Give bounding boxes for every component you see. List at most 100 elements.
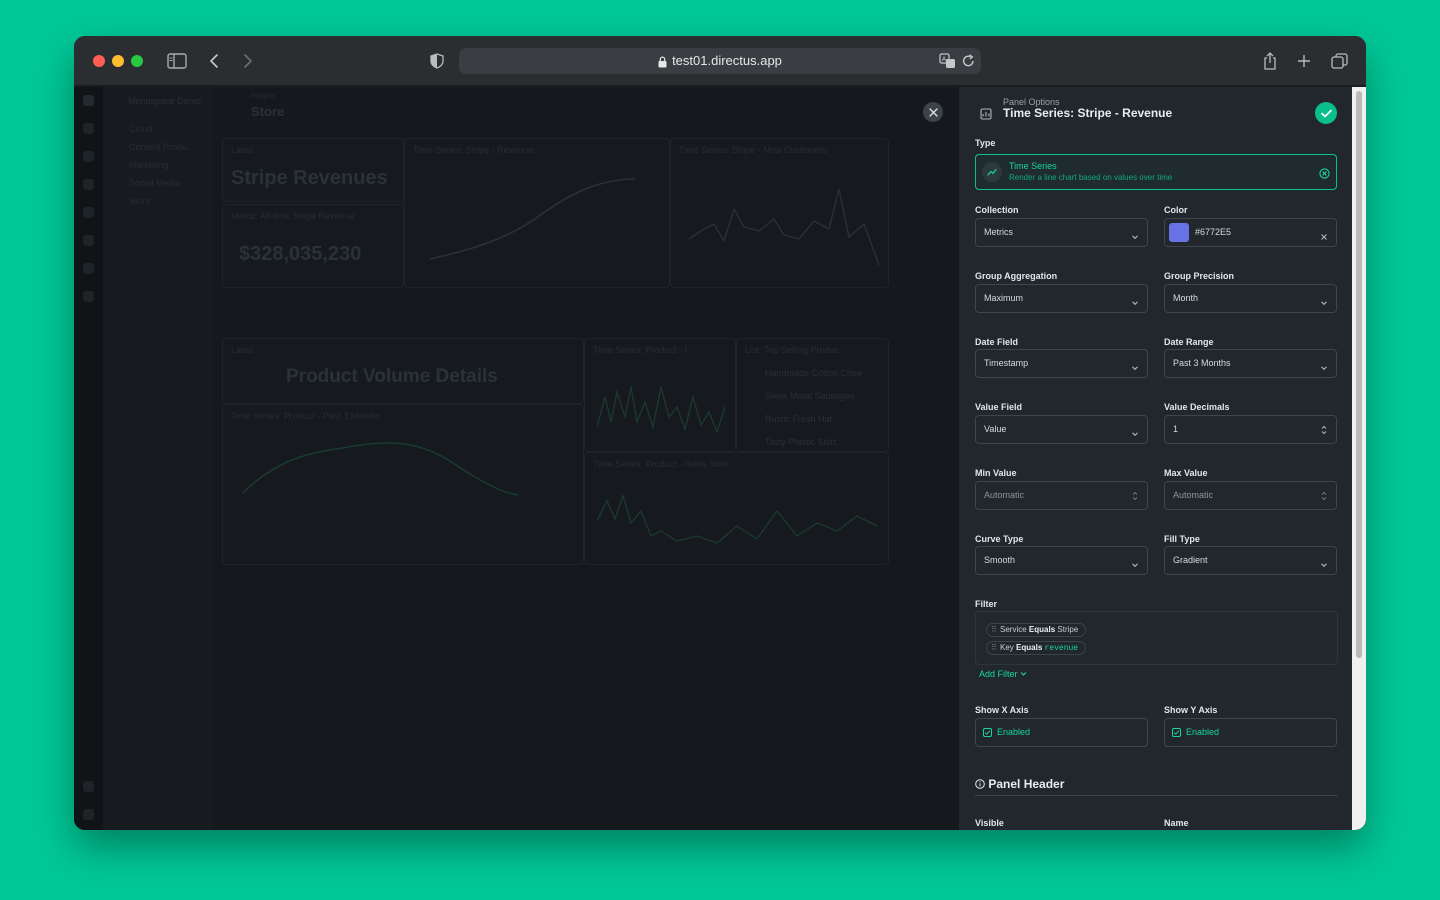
- date-field-select[interactable]: Timestamp: [975, 349, 1148, 378]
- stepper-icon[interactable]: [1131, 489, 1139, 507]
- value-decimals-input[interactable]: 1: [1164, 415, 1337, 444]
- save-button[interactable]: [1315, 102, 1337, 124]
- panel-label: Time Series: Stripe - Revenue: [413, 145, 534, 155]
- close-window-button[interactable]: [93, 55, 105, 67]
- group-aggregation-label: Group Aggregation: [975, 271, 1058, 281]
- label-text: Product Volume Details: [286, 366, 498, 387]
- panel-options-drawer: Panel Options Time Series: Stripe - Reve…: [959, 87, 1366, 830]
- back-icon[interactable]: [205, 49, 223, 73]
- drag-handle-icon[interactable]: ⠿: [991, 624, 997, 636]
- color-label: Color: [1164, 205, 1188, 215]
- chevron-down-icon: [1131, 294, 1139, 312]
- chevron-down-icon: [1020, 672, 1027, 676]
- translate-icon[interactable]: A: [939, 53, 957, 74]
- fill-type-label: Fill Type: [1164, 534, 1200, 544]
- panel-label: Time Series: Product - I: [593, 345, 688, 355]
- nav-item-store: Store: [129, 196, 151, 206]
- fill-type-select[interactable]: Gradient: [1164, 546, 1337, 575]
- curve-type-select[interactable]: Smooth: [975, 546, 1148, 575]
- value-decimals-label: Value Decimals: [1164, 402, 1230, 412]
- forward-icon[interactable]: [239, 49, 257, 73]
- filter-field[interactable]: Service: [1000, 625, 1027, 634]
- color-swatch[interactable]: [1169, 223, 1189, 242]
- show-x-axis-toggle[interactable]: Enabled: [975, 718, 1148, 747]
- chevron-down-icon: [1131, 228, 1139, 246]
- group-precision-select[interactable]: Month: [1164, 284, 1337, 313]
- max-value-label: Max Value: [1164, 468, 1208, 478]
- type-selector[interactable]: Time Series Render a line chart based on…: [975, 154, 1337, 190]
- product-3m-chart-panel: Time Series: Product - Past 3 Months: [222, 404, 584, 565]
- line-chart-icon: [982, 162, 1002, 182]
- date-range-select[interactable]: Past 3 Months: [1164, 349, 1337, 378]
- product-chart-panel: Time Series: Product - I: [584, 338, 736, 452]
- address-bar[interactable]: test01.directus.app A: [459, 48, 981, 74]
- filter-rule[interactable]: ⠿ Key Equals revenue: [986, 641, 1087, 655]
- nav-item-social-media: Social Media: [129, 178, 181, 188]
- filter-operator[interactable]: Equals: [1029, 625, 1055, 634]
- clear-color-icon[interactable]: [1320, 228, 1328, 246]
- color-value: #6772E5: [1195, 227, 1232, 237]
- value-field-select[interactable]: Value: [975, 415, 1148, 444]
- panel-label: Time Series: Stripe - New Customers: [679, 145, 828, 155]
- sidebar-toggle-icon[interactable]: [166, 49, 188, 73]
- group-precision-value: Month: [1173, 293, 1199, 303]
- label-text: Stripe Revenues: [231, 167, 388, 189]
- metric-panel: Metric: All-time Stripe Revenue $328,035…: [222, 204, 404, 288]
- fill-type-value: Gradient: [1173, 555, 1208, 565]
- filter-rule[interactable]: ⠿ Service Equals Stripe: [986, 623, 1087, 637]
- customers-chart-panel: Time Series: Stripe - New Customers: [670, 138, 889, 288]
- new-tab-icon[interactable]: [1294, 49, 1314, 73]
- date-range-value: Past 3 Months: [1173, 358, 1231, 368]
- curve-type-label: Curve Type: [975, 534, 1024, 544]
- name-label: Name: [1164, 818, 1189, 828]
- top-selling-list-panel: List: Top Selling Produc Handmade Cotton…: [736, 338, 889, 452]
- panel-label: Label: [231, 345, 254, 355]
- breadcrumb: Insights: [251, 93, 276, 100]
- scrollbar-thumb[interactable]: [1356, 91, 1362, 658]
- panel-label: Metric: All-time Stripe Revenue: [231, 211, 355, 221]
- nav-item-cloud: Cloud: [129, 124, 153, 134]
- group-aggregation-select[interactable]: Maximum: [975, 284, 1148, 313]
- filter-value[interactable]: revenue: [1045, 644, 1079, 653]
- chevron-down-icon: [1320, 556, 1328, 574]
- checkbox-icon[interactable]: [1172, 728, 1181, 737]
- show-y-axis-toggle[interactable]: Enabled: [1164, 718, 1337, 747]
- zoom-window-button[interactable]: [131, 55, 143, 67]
- stepper-icon[interactable]: [1320, 489, 1328, 507]
- checkbox-icon[interactable]: [983, 728, 992, 737]
- clear-type-icon[interactable]: [1319, 166, 1330, 184]
- show-y-axis-label: Show Y Axis: [1164, 705, 1218, 715]
- type-name: Time Series: [1009, 161, 1057, 171]
- filter-operator[interactable]: Equals: [1016, 643, 1042, 652]
- group-aggregation-value: Maximum: [984, 293, 1024, 303]
- show-y-axis-value: Enabled: [1186, 727, 1220, 737]
- type-description: Render a line chart based on values over…: [1009, 173, 1173, 182]
- privacy-shield-icon[interactable]: [428, 49, 446, 73]
- tab-overview-icon[interactable]: [1329, 49, 1349, 73]
- max-value-placeholder: Automatic: [1173, 490, 1214, 500]
- reload-icon[interactable]: [962, 54, 975, 73]
- nav-item-marketing: Marketing: [129, 160, 169, 170]
- share-icon[interactable]: [1260, 49, 1280, 73]
- min-value-input[interactable]: Automatic: [975, 481, 1148, 510]
- chevron-down-icon: [1131, 556, 1139, 574]
- drag-handle-icon[interactable]: ⠿: [991, 642, 997, 654]
- color-input[interactable]: #6772E5: [1164, 218, 1337, 247]
- drawer-scrollbar[interactable]: [1352, 87, 1366, 830]
- minimize-window-button[interactable]: [112, 55, 124, 67]
- check-icon: [1320, 109, 1332, 117]
- filter-value[interactable]: Stripe: [1057, 625, 1078, 634]
- panel-label: Time Series: Product - Items Sold: [593, 459, 728, 469]
- collection-select[interactable]: Metrics: [975, 218, 1148, 247]
- module-nav-rail: [74, 87, 103, 830]
- label-panel: Label Stripe Revenues: [222, 138, 404, 202]
- max-value-input[interactable]: Automatic: [1164, 481, 1337, 510]
- add-filter-button[interactable]: Add Filter: [979, 669, 1027, 679]
- filter-field[interactable]: Key: [1000, 643, 1014, 652]
- browser-window: test01.directus.app A Monospace Demo Clo…: [74, 36, 1366, 830]
- section-title-text: Panel Header: [988, 777, 1065, 791]
- chevron-down-icon: [1320, 359, 1328, 377]
- nav-item-content-production: Content Produ...: [129, 142, 195, 152]
- close-drawer-button[interactable]: [923, 102, 943, 122]
- stepper-icon[interactable]: [1320, 423, 1328, 441]
